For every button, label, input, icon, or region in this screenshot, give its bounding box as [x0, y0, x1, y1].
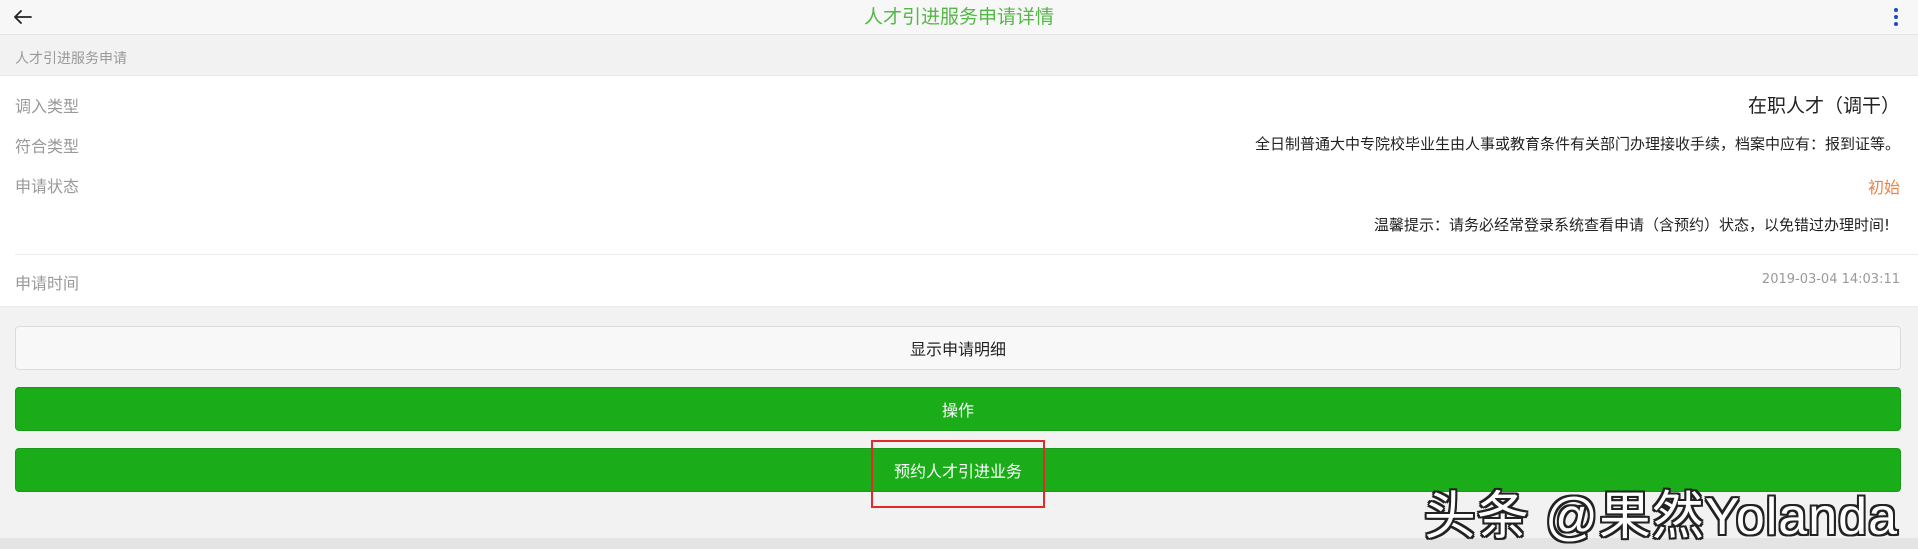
divider	[15, 254, 1918, 255]
operate-button[interactable]: 操作	[15, 387, 1901, 431]
show-detail-button[interactable]: 显示申请明细	[15, 326, 1901, 370]
section-title: 人才引进服务申请	[15, 51, 127, 67]
apply-time-label: 申请时间	[15, 274, 80, 293]
match-type-value: 全日制普通大中专院校毕业生由人事或教育条件有关部门办理接收手续，档案中应有：报到…	[1254, 135, 1900, 153]
reminder-tip: 温馨提示：请务必经常登录系统查看申请（含预约）状态，以免错过办理时间!	[1373, 216, 1890, 234]
more-menu-button[interactable]	[1890, 5, 1902, 29]
apply-time-value: 2019-03-04 14:03:11	[1761, 272, 1900, 287]
status-badge: 初始	[1867, 178, 1900, 197]
match-type-label: 符合类型	[15, 137, 80, 156]
application-detail-panel: 调入类型 在职人才（调干） 符合类型 全日制普通大中专院校毕业生由人事或教育条件…	[0, 75, 1918, 307]
transfer-type-label: 调入类型	[15, 97, 80, 116]
watermark-text: 头条 @果然Yolanda	[1423, 488, 1898, 546]
more-vertical-icon	[1894, 8, 1898, 12]
transfer-type-value: 在职人才（调干）	[1747, 95, 1900, 117]
status-label: 申请状态	[15, 177, 80, 196]
page-title: 人才引进服务申请详情	[863, 6, 1054, 28]
top-bar: 人才引进服务申请详情	[0, 0, 1918, 35]
